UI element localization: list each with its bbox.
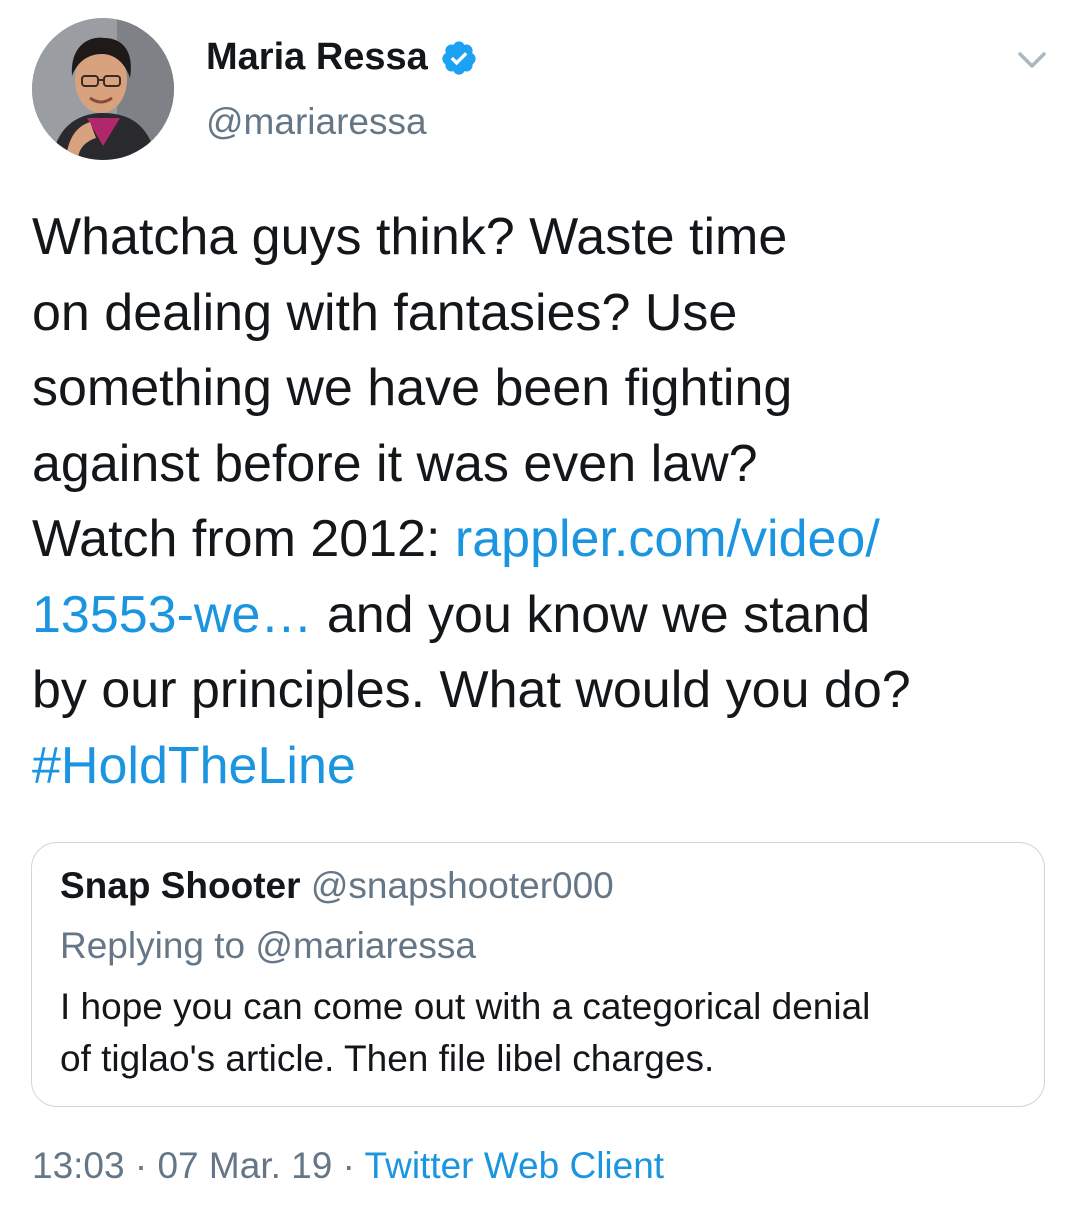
avatar[interactable]: [32, 18, 174, 160]
quoted-author-name: Snap Shooter: [60, 865, 301, 906]
tweet-line: something we have been fighting: [32, 359, 793, 417]
tweet-date[interactable]: 07 Mar. 19: [157, 1145, 332, 1186]
tweet-line: #HoldTheLine: [32, 729, 1052, 805]
tweet-time[interactable]: 13:03: [32, 1145, 125, 1186]
profile-photo: [32, 18, 174, 160]
tweet-source-link[interactable]: Twitter Web Client: [365, 1145, 665, 1186]
hashtag-link[interactable]: #HoldTheLine: [32, 737, 356, 795]
tweet-line: against before it was even law?: [32, 434, 758, 493]
replying-to-label: Replying to: [60, 925, 256, 966]
quoted-tweet[interactable]: Snap Shooter @snapshooter000 Replying to…: [31, 842, 1045, 1107]
tweet-text-segment: Watch from 2012:: [32, 510, 455, 568]
tweet-line: Whatcha guys think? Waste time: [32, 208, 788, 266]
author-display-name[interactable]: Maria Ressa: [206, 36, 428, 79]
meta-separator: ·: [332, 1145, 365, 1186]
rappler-link[interactable]: rappler.com/video/: [455, 510, 880, 568]
chevron-down-icon[interactable]: [1012, 40, 1052, 80]
tweet-line: 13553-we… and you know we stand: [32, 578, 1052, 654]
verified-badge-icon: [440, 39, 478, 77]
tweet-meta: 13:03 · 07 Mar. 19 · Twitter Web Client: [32, 1145, 664, 1187]
replying-to-handle: @mariaressa: [255, 925, 476, 966]
quoted-author-handle: @snapshooter000: [310, 865, 614, 906]
quoted-text-line: I hope you can come out with a categoric…: [60, 986, 871, 1027]
replying-to: Replying to @mariaressa: [60, 925, 476, 967]
quoted-text-line: of tiglao's article. Then file libel cha…: [60, 1038, 715, 1079]
tweet-line: Watch from 2012: rappler.com/video/: [32, 502, 1052, 578]
quoted-tweet-text: I hope you can come out with a categoric…: [60, 981, 1020, 1085]
tweet-line: on dealing with fantasies? Use: [32, 283, 738, 342]
quoted-tweet-header: Snap Shooter @snapshooter000: [60, 865, 614, 907]
tweet-line: by our principles. What would you do?: [32, 661, 911, 719]
author-handle[interactable]: @mariaressa: [206, 101, 427, 143]
meta-separator: ·: [124, 1145, 158, 1186]
author-name[interactable]: Maria Ressa: [206, 36, 478, 79]
tweet-text: Whatcha guys think? Waste time on dealin…: [32, 200, 1052, 804]
rappler-link-continued[interactable]: 13553-we…: [32, 586, 312, 644]
tweet-text-segment: and you know we stand: [312, 585, 871, 644]
